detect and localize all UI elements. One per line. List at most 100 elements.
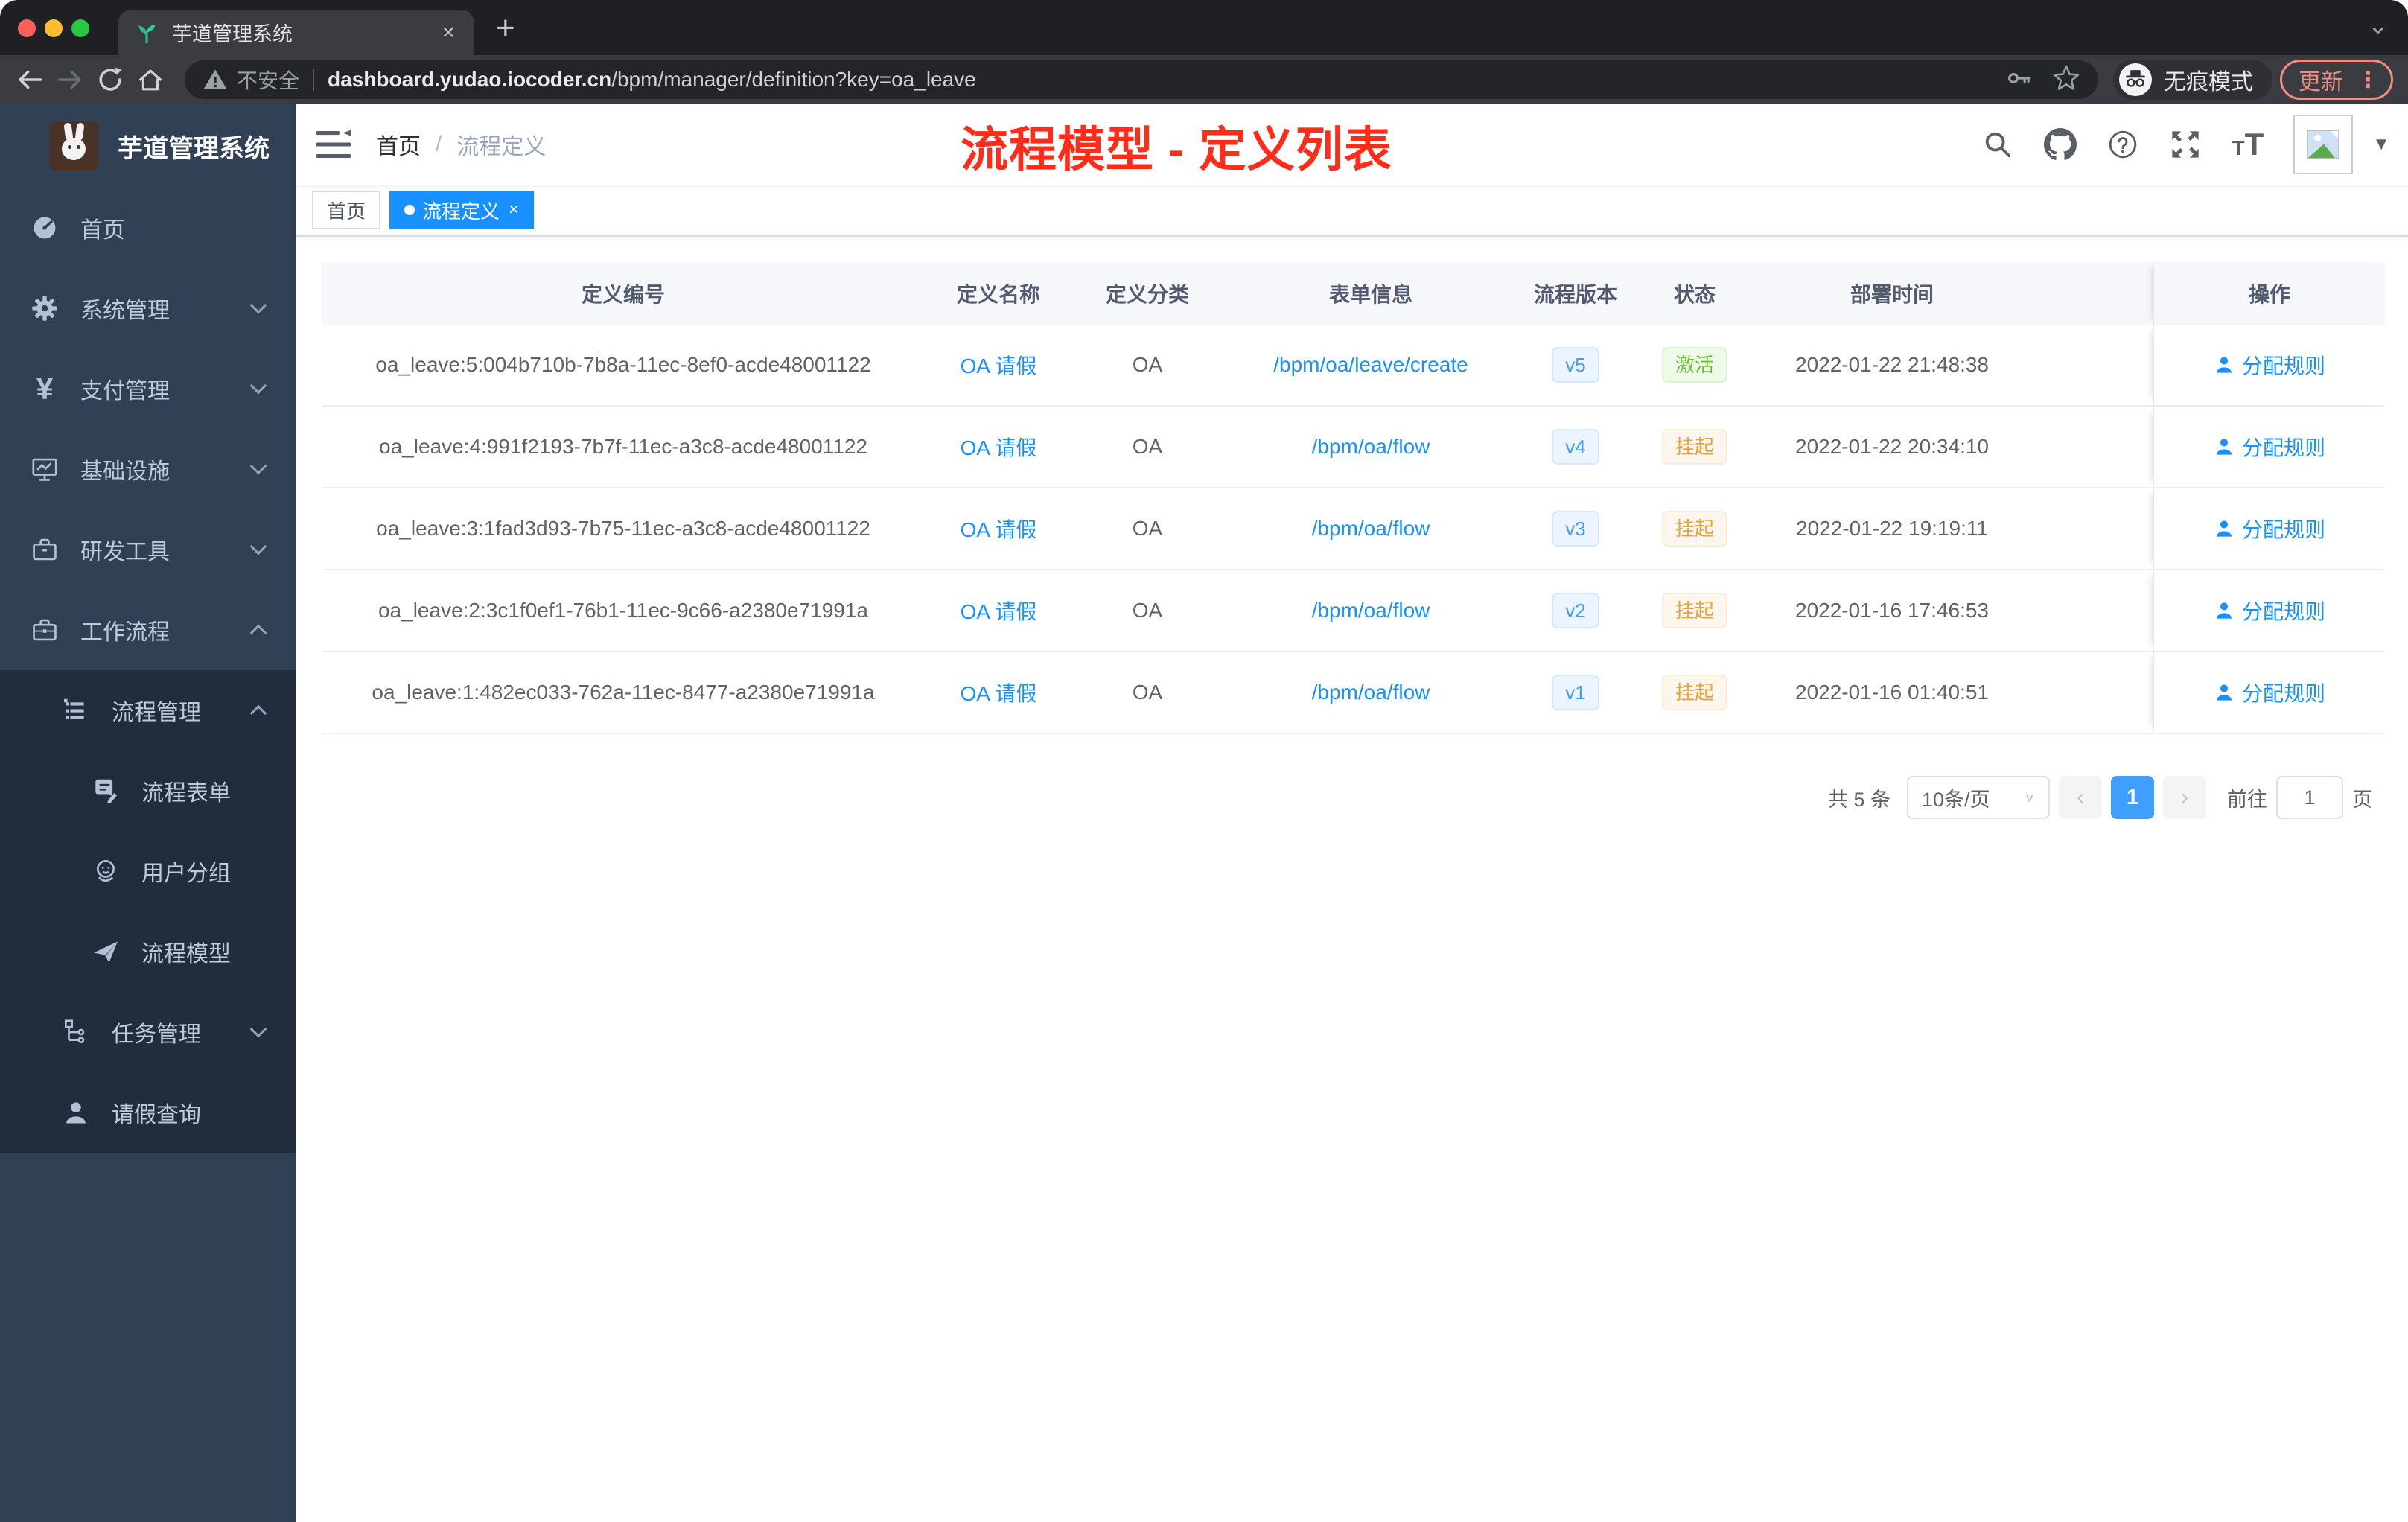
browser-tab[interactable]: 芋道管理系统 × — [118, 10, 474, 55]
back-icon[interactable] — [13, 63, 46, 96]
assign-rule-button[interactable]: 分配规则 — [2214, 596, 2325, 625]
cell-definition-id: oa_leave:4:991f2193-7b7f-11ec-a3c8-acde4… — [379, 435, 867, 458]
new-tab-button[interactable]: + — [496, 12, 515, 45]
sidebar-item-task-management[interactable]: 任务管理 — [0, 992, 296, 1072]
monitor-icon — [30, 454, 60, 484]
assign-rule-button[interactable]: 分配规则 — [2214, 350, 2325, 380]
incognito-icon — [2119, 63, 2152, 96]
security-warning-icon — [203, 69, 227, 89]
font-size-icon[interactable]: TT — [2232, 127, 2264, 162]
cell-definition-id: oa_leave:1:482ec033-762a-11ec-8477-a2380… — [372, 681, 875, 704]
sidebar-item-label: 流程表单 — [141, 781, 231, 806]
url-text[interactable]: dashboard.yudao.iocoder.cn/bpm/manager/d… — [328, 68, 1987, 92]
sidebar-item-label: 用户分组 — [141, 862, 231, 886]
form-link[interactable]: /bpm/oa/flow — [1312, 517, 1430, 541]
definition-name-link[interactable]: OA 请假 — [961, 678, 1037, 707]
form-link[interactable]: /bpm/oa/flow — [1312, 599, 1430, 623]
update-label: 更新 — [2299, 70, 2343, 95]
minimize-window-button[interactable] — [45, 19, 63, 37]
yuan-icon: ¥ — [36, 371, 54, 406]
sidebar-item-payment[interactable]: ¥ 支付管理 — [0, 348, 296, 429]
sidebar-item-infrastructure[interactable]: 基础设施 — [0, 429, 296, 509]
sidebar-item-user-group[interactable]: 用户分组 — [0, 831, 296, 911]
cell-spacer — [2026, 488, 2153, 569]
definition-name-link[interactable]: OA 请假 — [961, 514, 1037, 544]
password-key-icon[interactable] — [2006, 65, 2033, 95]
app-title: 芋道管理系统 — [118, 134, 270, 163]
chevron-down-icon — [249, 377, 267, 395]
assign-rule-button[interactable]: 分配规则 — [2214, 678, 2325, 707]
assign-rule-label: 分配规则 — [2241, 518, 2325, 541]
person-icon — [61, 1098, 91, 1127]
sidebar-item-system[interactable]: 系统管理 — [0, 268, 296, 348]
close-window-button[interactable] — [18, 19, 36, 37]
tag-process-definition[interactable]: 流程定义 × — [389, 191, 535, 229]
page-jump-input[interactable] — [2276, 776, 2343, 819]
tag-label: 首页 — [327, 200, 366, 223]
user-icon — [2216, 357, 2232, 373]
sidebar-item-process-model[interactable]: 流程模型 — [0, 911, 296, 992]
prev-page-button[interactable]: ‹ — [2059, 776, 2102, 819]
assign-rule-button[interactable]: 分配规则 — [2214, 432, 2325, 462]
sidebar-item-home[interactable]: 首页 — [0, 188, 296, 268]
breadcrumb-home[interactable]: 首页 — [376, 128, 421, 161]
tab-close-icon[interactable]: × — [439, 21, 458, 44]
definition-name-link[interactable]: OA 请假 — [961, 350, 1037, 380]
cell-spacer — [2026, 570, 2153, 651]
avatar-dropdown-caret-icon[interactable]: ▼ — [2372, 134, 2390, 155]
form-link[interactable]: /bpm/oa/flow — [1312, 681, 1430, 704]
page-number-button[interactable]: 1 — [2111, 776, 2154, 819]
tag-label: 流程定义 — [422, 200, 500, 223]
navbar-actions: TT ▼ — [1981, 115, 2390, 174]
sidebar-toggle-icon[interactable] — [316, 127, 351, 162]
sidebar-item-leave-query[interactable]: 请假查询 — [0, 1072, 296, 1153]
zoom-window-button[interactable] — [71, 19, 89, 37]
chevron-up-icon — [249, 624, 267, 642]
security-label[interactable]: 不安全 — [237, 65, 299, 95]
status-badge: 激活 — [1661, 347, 1727, 383]
column-header-category: 定义分类 — [1105, 283, 1189, 306]
tag-home[interactable]: 首页 — [312, 191, 381, 229]
incognito-label: 无痕模式 — [2164, 70, 2253, 95]
breadcrumb: 首页 / 流程定义 — [376, 128, 546, 161]
avatar[interactable] — [2293, 115, 2354, 174]
sidebar-item-label: 首页 — [80, 218, 125, 243]
traffic-lights — [18, 19, 89, 37]
assign-rule-label: 分配规则 — [2241, 436, 2325, 459]
cell-deploy-time: 2022-01-16 01:40:51 — [1795, 681, 1989, 704]
sidebar-item-process-form[interactable]: 流程表单 — [0, 751, 296, 831]
toolbox-icon — [30, 535, 60, 564]
search-icon[interactable] — [1981, 128, 2014, 161]
column-header-actions: 操作 — [2153, 262, 2385, 325]
form-link[interactable]: /bpm/oa/leave/create — [1273, 353, 1468, 377]
workflow-submenu: 流程管理 流程表单 用户分组 流程模型 任务管理 请假查询 — [0, 670, 296, 1153]
help-icon[interactable] — [2106, 128, 2139, 161]
tab-search-chevron-icon[interactable]: ⌄ — [2368, 10, 2389, 40]
forward-icon[interactable] — [54, 63, 86, 96]
form-link[interactable]: /bpm/oa/flow — [1312, 435, 1430, 459]
sidebar-item-workflow[interactable]: 工作流程 — [0, 590, 296, 670]
home-icon[interactable] — [134, 63, 167, 96]
dashboard-icon — [30, 213, 60, 243]
fullscreen-icon[interactable] — [2169, 128, 2202, 161]
assign-rule-button[interactable]: 分配规则 — [2214, 514, 2325, 544]
reload-icon[interactable] — [94, 63, 127, 96]
page-size-select[interactable]: 10条/页 ∨ — [1907, 776, 2050, 819]
briefcase-icon — [30, 615, 60, 645]
definition-name-link[interactable]: OA 请假 — [961, 432, 1037, 462]
cell-category: OA — [1132, 353, 1163, 376]
definition-name-link[interactable]: OA 请假 — [961, 596, 1037, 625]
sidebar-item-dev-tools[interactable]: 研发工具 — [0, 509, 296, 590]
address-bar[interactable]: 不安全 dashboard.yudao.iocoder.cn/bpm/manag… — [185, 60, 2098, 99]
browser-menu-icon[interactable]: ⋮ — [2357, 67, 2379, 93]
page-size-value: 10条/页 — [1922, 788, 1990, 811]
github-icon[interactable] — [2044, 128, 2077, 161]
sidebar-item-label: 系统管理 — [80, 299, 170, 323]
next-page-button[interactable]: › — [2163, 776, 2206, 819]
sidebar-logo[interactable]: 芋道管理系统 — [0, 104, 296, 188]
user-icon — [2216, 602, 2232, 619]
bookmark-star-icon[interactable] — [2052, 64, 2080, 96]
browser-update-button[interactable]: 更新 ⋮ — [2280, 60, 2393, 100]
sidebar-item-process-management[interactable]: 流程管理 — [0, 670, 296, 751]
tag-close-icon[interactable]: × — [509, 200, 519, 220]
